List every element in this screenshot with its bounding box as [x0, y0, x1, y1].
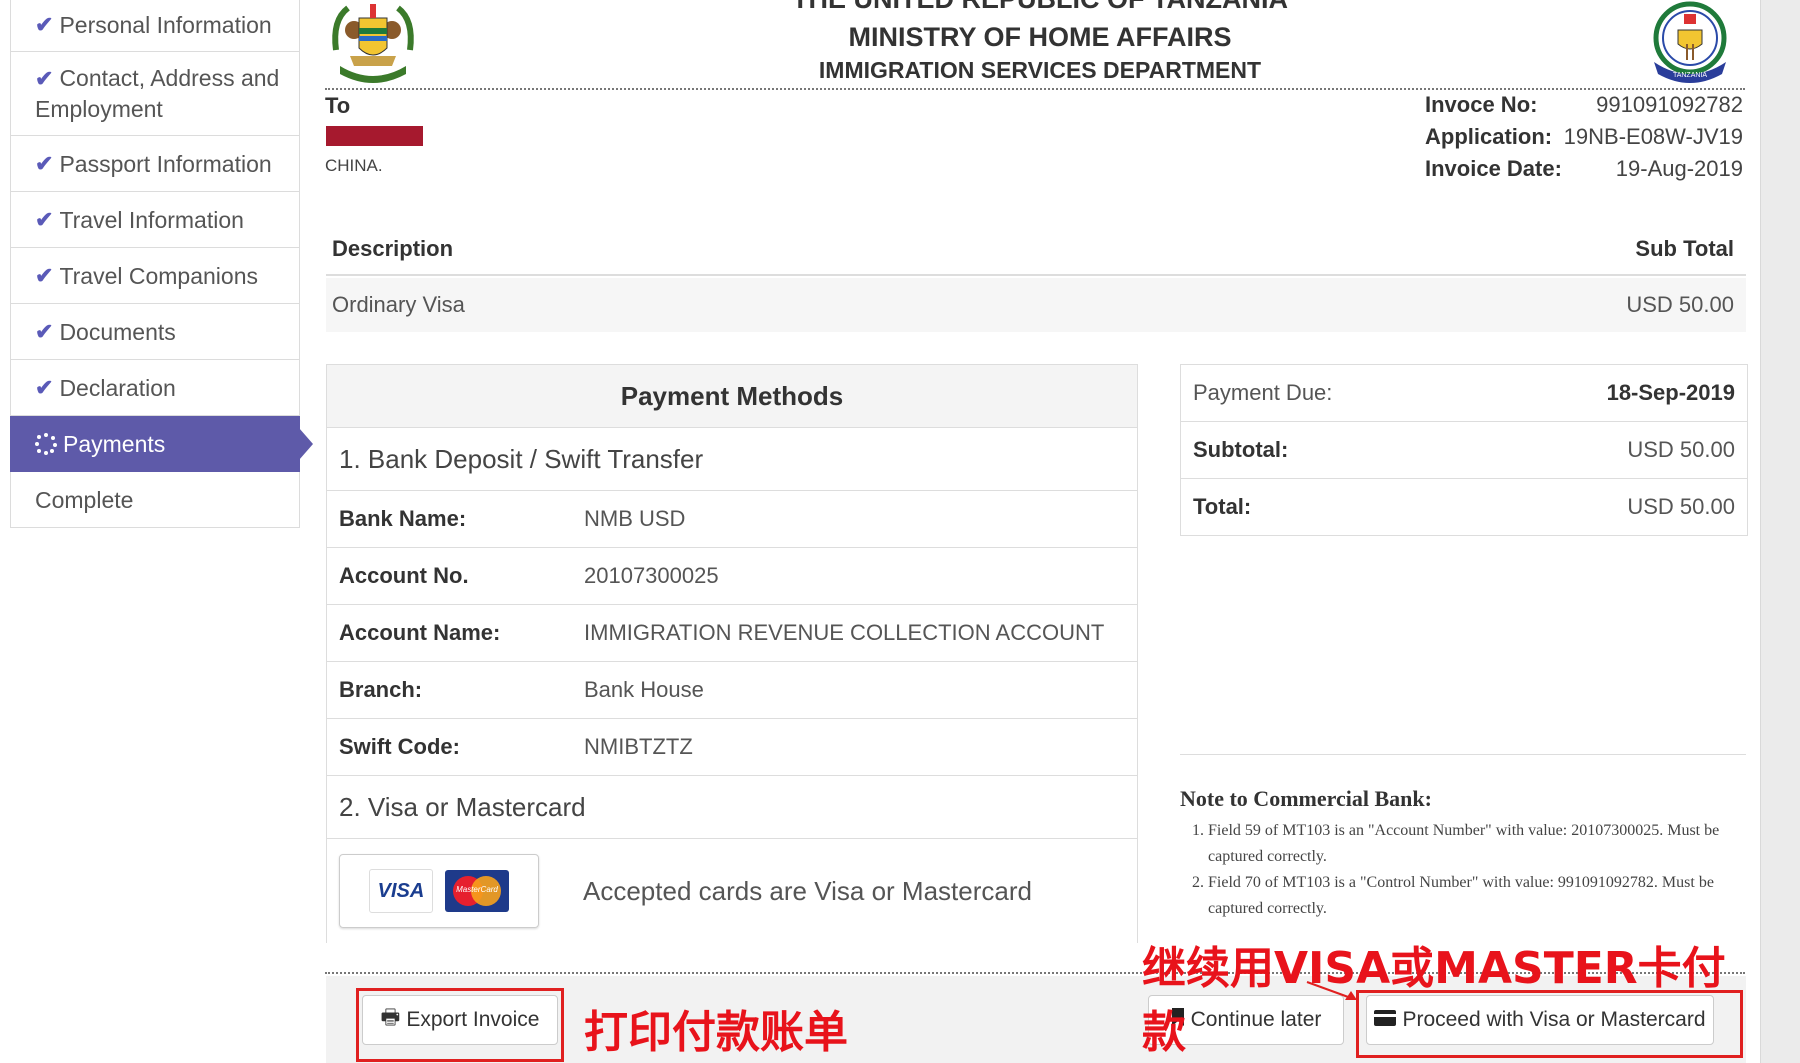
mastercard-logo-text: MasterCard — [456, 885, 498, 894]
sidebar-item-complete[interactable]: Complete — [10, 472, 300, 528]
logo-text: TANZANIA — [1673, 72, 1707, 79]
total-row: Total: USD 50.00 — [1181, 479, 1747, 535]
subtotal-column-header: Sub Total — [1635, 236, 1734, 261]
checkmark-icon: ✔ — [35, 11, 54, 37]
sidebar-item-label: Complete — [35, 486, 134, 513]
sidebar-item-passport-information[interactable]: ✔ Passport Information — [10, 136, 300, 192]
total-value: USD 50.00 — [1627, 494, 1735, 519]
bank-note-title: Note to Commercial Bank: — [1180, 786, 1432, 811]
items-table-header: Description Sub Total — [326, 224, 1746, 276]
invoice-number-label: Invoce No: — [1425, 92, 1538, 117]
invoice-date-label: Invoice Date: — [1425, 156, 1562, 181]
card-payment-heading: 2. Visa or Mastercard — [327, 776, 1137, 839]
sidebar-item-label: Declaration — [59, 374, 176, 401]
export-annotation-text: 打印付款账单 — [584, 1007, 848, 1058]
export-highlight-box — [356, 988, 564, 1062]
account-name-value: IMMIGRATION REVENUE COLLECTION ACCOUNT — [584, 620, 1105, 645]
header-ministry: MINISTRY OF HOME AFFAIRS — [848, 22, 1232, 52]
coat-of-arms-emblem — [332, 4, 414, 83]
proceed-annotation-text: 继续用VISA或MASTER卡付款 — [1142, 943, 1726, 1058]
invoice-number-row: Invoce No: 991091092782 — [1425, 92, 1743, 118]
item-description: Ordinary Visa — [332, 292, 465, 317]
sidebar-item-documents[interactable]: ✔ Documents — [10, 304, 300, 360]
redacted-name — [326, 126, 423, 146]
sidebar: ✔ Personal Information ✔ Contact, Address… — [10, 0, 313, 528]
checkmark-icon: ✔ — [35, 150, 54, 176]
payment-summary: Payment Due: 18-Sep-2019 Subtotal: USD 5… — [1180, 364, 1748, 536]
subtotal-label: Subtotal: — [1193, 437, 1289, 462]
recipient-country: CHINA. — [325, 156, 383, 175]
mastercard-logo-icon: MasterCard — [445, 870, 509, 912]
swift-code-row: Swift Code: NMIBTZTZ — [327, 719, 1137, 776]
application-value: 19NB-E08W-JV19 — [1563, 124, 1743, 149]
item-subtotal: USD 50.00 — [1626, 292, 1734, 317]
visa-logo-icon: VISA — [369, 869, 433, 913]
description-column-header: Description — [332, 236, 454, 261]
sidebar-item-text: Contact, Address and Employment — [35, 65, 280, 122]
sidebar-item-label: Personal Information — [59, 11, 272, 38]
invoice-number-value: 991091092782 — [1596, 92, 1743, 117]
account-number-label: Account No. — [339, 563, 469, 588]
bank-note-item: Field 59 of MT103 is an "Account Number"… — [1208, 818, 1746, 870]
sidebar-item-label: ✔ Contact, Address and Employment — [35, 63, 281, 124]
note-divider — [1180, 754, 1746, 755]
subtotal-row: Subtotal: USD 50.00 — [1181, 422, 1747, 479]
swift-code-value: NMIBTZTZ — [584, 734, 693, 759]
sidebar-item-contact-address[interactable]: ✔ Contact, Address and Employment — [10, 52, 300, 136]
immigration-logo: TANZANIA — [1653, 1, 1727, 83]
sidebar-item-label: Passport Information — [59, 150, 272, 177]
bank-note: Note to Commercial Bank: Field 59 of MT1… — [1180, 786, 1746, 922]
account-name-label: Account Name: — [339, 620, 501, 645]
invoice-page: ✔ Personal Information ✔ Contact, Address… — [0, 0, 1761, 1063]
invoice-date-value: 19-Aug-2019 — [1615, 156, 1743, 181]
accepted-cards-text: Accepted cards are Visa or Mastercard — [583, 875, 1032, 906]
bank-name-value: NMB USD — [584, 506, 686, 531]
swift-code-label: Swift Code: — [339, 734, 460, 759]
checkmark-icon: ✔ — [35, 318, 54, 344]
checkmark-icon: ✔ — [35, 206, 54, 232]
payment-due-label: Payment Due: — [1193, 380, 1333, 405]
checkmark-icon: ✔ — [35, 374, 54, 400]
sidebar-item-declaration[interactable]: ✔ Declaration — [10, 360, 300, 416]
application-row: Application: 19NB-E08W-JV19 — [1425, 124, 1743, 150]
application-label: Application: — [1425, 124, 1553, 149]
payment-methods-panel: Payment Methods 1. Bank Deposit / Swift … — [326, 364, 1138, 943]
card-logos: VISA MasterCard — [339, 854, 539, 928]
bank-transfer-heading: 1. Bank Deposit / Swift Transfer — [327, 428, 1137, 491]
header-department: IMMIGRATION SERVICES DEPARTMENT — [818, 57, 1262, 83]
payment-due-row: Payment Due: 18-Sep-2019 — [1181, 365, 1747, 422]
total-label: Total: — [1193, 494, 1252, 519]
spinner-icon — [35, 432, 57, 455]
table-row: Ordinary Visa USD 50.00 — [326, 278, 1746, 332]
sidebar-item-label: Payments — [63, 430, 166, 457]
annotation-arrow-icon — [1306, 981, 1357, 1000]
sidebar-item-personal-information[interactable]: ✔ Personal Information — [10, 0, 300, 52]
to-label: To — [325, 93, 351, 118]
branch-label: Branch: — [339, 677, 423, 702]
checkmark-icon: ✔ — [35, 66, 54, 91]
checkmark-icon: ✔ — [35, 262, 54, 288]
bank-name-label: Bank Name: — [339, 506, 467, 531]
account-number-value: 20107300025 — [584, 563, 719, 588]
sidebar-item-travel-companions[interactable]: ✔ Travel Companions — [10, 248, 300, 304]
sidebar-item-travel-information[interactable]: ✔ Travel Information — [10, 192, 300, 248]
invoice-date-row: Invoice Date: 19-Aug-2019 — [1425, 156, 1743, 182]
sidebar-item-payments[interactable]: Payments — [10, 416, 313, 472]
sidebar-item-label: Documents — [59, 318, 176, 345]
sidebar-item-label: Travel Information — [59, 206, 244, 233]
header-divider — [325, 88, 1745, 90]
branch-row: Branch: Bank House — [327, 662, 1137, 719]
account-number-row: Account No. 20107300025 — [327, 548, 1137, 605]
payment-methods-title: Payment Methods — [327, 365, 1137, 428]
header-country: THE UNITED REPUBLIC OF TANZANIA — [700, 0, 1380, 15]
subtotal-value: USD 50.00 — [1627, 437, 1735, 462]
bank-name-row: Bank Name: NMB USD — [327, 491, 1137, 548]
payment-due-value: 18-Sep-2019 — [1606, 380, 1735, 405]
sidebar-item-label: Travel Companions — [59, 262, 259, 289]
bank-note-item: Field 70 of MT103 is a "Control Number" … — [1208, 870, 1746, 922]
branch-value: Bank House — [584, 677, 704, 702]
account-name-row: Account Name: IMMIGRATION REVENUE COLLEC… — [327, 605, 1137, 662]
accepted-cards-row: VISA MasterCard Accepted cards are Visa … — [327, 839, 1137, 943]
